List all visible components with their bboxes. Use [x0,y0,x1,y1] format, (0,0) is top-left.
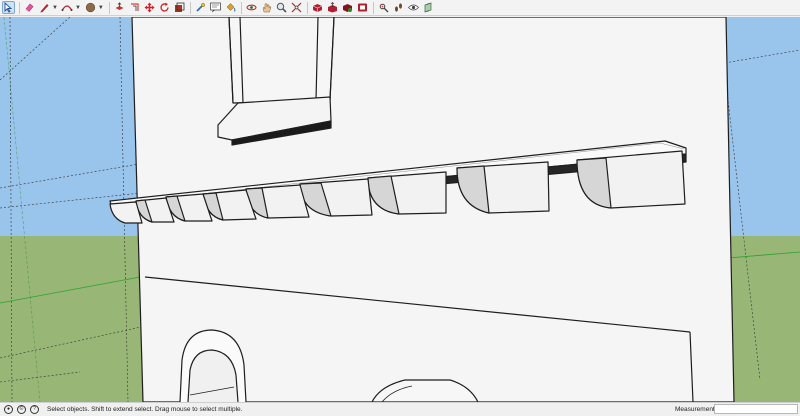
extension-warehouse-icon [342,4,352,12]
orbit-tool-button[interactable] [245,1,258,14]
zoom-icon [276,2,287,13]
push-pull-tool-button[interactable] [113,1,126,14]
scale-tool-button[interactable] [173,1,186,14]
zoom-extents-tool-button[interactable] [290,1,303,14]
line-tool-button[interactable] [38,1,51,14]
hand-icon [262,3,272,13]
scale-icon [174,2,185,12]
walk-tool-button[interactable] [392,1,405,14]
status-bar: ● © ? Select objects. Shift to extend se… [0,402,800,416]
layout-icon [357,3,367,12]
position-camera-tool-button[interactable] [377,1,390,14]
toolbar-separator [306,1,308,14]
shape-tool-button[interactable] [84,1,97,14]
paint-bucket-icon [226,3,236,12]
toolbar-separator [189,1,191,14]
offset-tool-button[interactable] [128,1,141,14]
arrow-cursor-icon [4,2,13,13]
eraser-tool-button[interactable] [23,1,36,14]
main-toolbar: ▼ ▼ ▼ [0,0,800,16]
pencil-icon [40,4,49,13]
rotate-icon [160,2,169,12]
toolbar-separator [108,1,110,14]
paint-bucket-tool-button[interactable] [224,1,237,14]
status-hint-text: Select objects. Shift to extend select. … [47,406,243,413]
extension-warehouse-tool-button[interactable] [341,1,354,14]
toolbar-separator [372,1,374,14]
circle-shape-icon [85,2,96,13]
offset-icon [130,3,139,11]
model-scene[interactable] [0,17,800,402]
tape-measure-tool-button[interactable] [194,1,207,14]
share-model-tool-button[interactable] [326,1,339,14]
footprints-icon [394,3,402,12]
warehouse-icon [312,4,322,12]
eraser-icon [25,3,34,12]
chevron-down-icon[interactable]: ▼ [98,5,104,11]
zoom-tool-button[interactable] [275,1,288,14]
select-tool-button[interactable] [2,1,15,14]
layout-tool-button[interactable] [356,1,369,14]
toolbar-separator [19,1,20,14]
position-camera-icon [379,3,389,13]
eye-icon [407,4,419,11]
move-tool-button[interactable] [143,1,156,14]
pan-tool-button[interactable] [260,1,273,14]
credits-icon[interactable]: © [17,405,26,414]
measurements-label: Measurements [675,406,718,413]
rotate-tool-button[interactable] [158,1,171,14]
zoom-extents-icon [291,2,302,13]
section-plane-icon [424,2,432,13]
share-model-icon [327,2,337,13]
move-arrows-icon [144,2,155,13]
orbit-icon [246,4,257,11]
section-plane-tool-button[interactable] [422,1,435,14]
warehouse-tool-button[interactable] [311,1,324,14]
chevron-down-icon[interactable]: ▼ [75,5,81,11]
model-viewport[interactable] [0,17,800,402]
arc-icon [61,5,73,11]
help-icon[interactable]: ? [30,405,39,414]
text-icon [210,2,221,13]
arc-tool-button[interactable] [61,1,74,14]
measurements-input[interactable] [714,404,798,414]
text-tool-button[interactable] [209,1,222,14]
toolbar-separator [240,1,242,14]
geo-location-icon[interactable]: ● [4,405,13,414]
tape-measure-icon [196,3,205,12]
chevron-down-icon[interactable]: ▼ [52,5,58,11]
push-pull-icon [115,2,124,10]
look-around-tool-button[interactable] [407,1,420,14]
